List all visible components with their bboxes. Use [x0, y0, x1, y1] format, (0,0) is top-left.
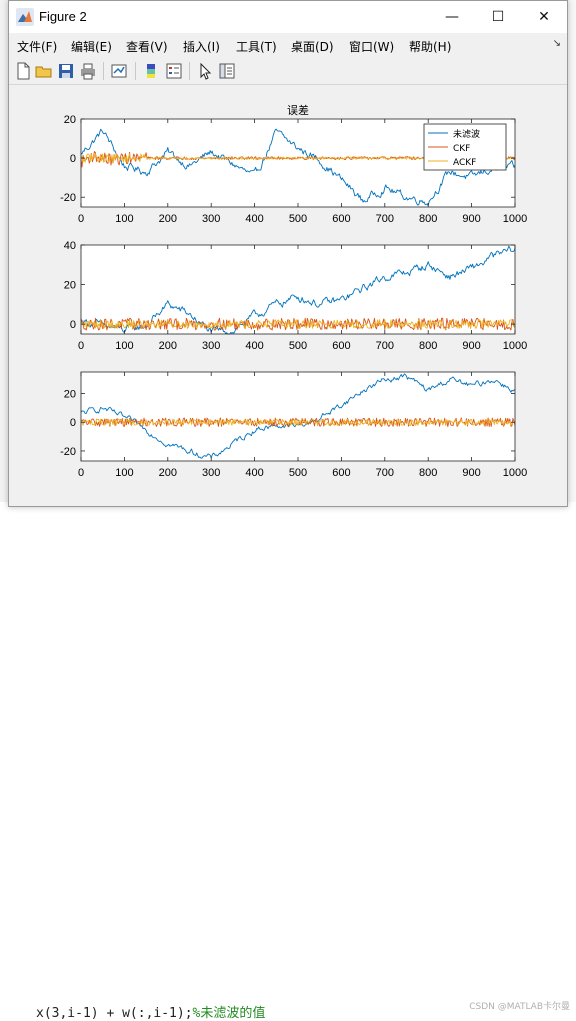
axes-1-ytick-label: -20 [60, 192, 76, 204]
axes-2-xtick-label: 600 [332, 340, 350, 352]
insert-colorbar-icon[interactable] [141, 61, 161, 81]
axes-2-xtick-label: 500 [289, 340, 307, 352]
menu-tools[interactable]: 工具(T) [236, 38, 277, 55]
background-code-comment: %未滤波的值 [192, 1006, 266, 1021]
axes-3-xtick-label: 400 [245, 467, 263, 479]
axes-3-xtick-label: 600 [332, 467, 350, 479]
legend-label-2: CKF [453, 144, 470, 154]
save-icon[interactable] [56, 61, 76, 81]
axes-3-ytick-label: 0 [70, 417, 76, 429]
axes-2-xtick-label: 800 [419, 340, 437, 352]
menu-view[interactable]: 查看(V) [126, 38, 168, 55]
menu-overflow-icon[interactable]: ↘ [553, 38, 561, 49]
open-folder-icon[interactable] [34, 61, 54, 81]
axes-3-xtick-label: 0 [78, 467, 84, 479]
toolbar-separator [189, 62, 190, 80]
axes-3-xtick-label: 500 [289, 467, 307, 479]
menu-file[interactable]: 文件(F) [17, 38, 57, 55]
menu-edit[interactable]: 编辑(E) [71, 38, 112, 55]
menu-window[interactable]: 窗口(W) [349, 38, 394, 55]
legend-label-1: 未滤波 [453, 128, 480, 140]
minimize-button[interactable]: — [429, 1, 475, 33]
axes-1-xtick-label: 800 [419, 213, 437, 225]
axes-3-xtick-label: 200 [159, 467, 177, 479]
axes-3-xtick-label: 900 [462, 467, 480, 479]
axes-3-xtick-label: 700 [376, 467, 394, 479]
axes-2-xtick-label: 100 [115, 340, 133, 352]
axes-2-xtick-label: 300 [202, 340, 220, 352]
close-icon: ✕ [538, 9, 550, 25]
figure-canvas[interactable]: 0 100 200 300 400 500 600 700 800 900 1000 -20 0 20 误差… [9, 85, 567, 506]
menu-bar: 文件(F) 编辑(E) 查看(V) 插入(I) 工具(T) 桌面(D) 窗口(W… [9, 34, 567, 56]
axes-2-xtick-label: 700 [376, 340, 394, 352]
property-inspector-icon[interactable] [217, 61, 237, 81]
axes-1-title: 误差 [287, 103, 309, 117]
axes-2-xtick-label: 900 [462, 340, 480, 352]
maximize-icon: ☐ [491, 9, 505, 25]
axes-3-ytick-label: 20 [64, 389, 76, 401]
axes-3-xtick-label: 1000 [503, 467, 527, 479]
axes-2-ytick-label: 0 [70, 319, 76, 331]
axes-1-xtick-label: 0 [78, 213, 84, 225]
axes-1-ytick-label: 0 [70, 153, 76, 165]
axes-2-xtick-label: 400 [245, 340, 263, 352]
axes-1-xtick-label: 400 [245, 213, 263, 225]
axes-2-ytick-label: 40 [64, 240, 76, 252]
minimize-icon: — [445, 9, 459, 25]
axes-1-xtick-label: 700 [376, 213, 394, 225]
toolbar-separator [103, 62, 104, 80]
new-figure-icon[interactable] [13, 61, 33, 81]
axes-1-ytick-label: 20 [64, 114, 76, 126]
legend-label-3: ACKF [453, 158, 476, 168]
link-plot-icon[interactable] [109, 61, 129, 81]
axes-2-xtick-label: 200 [159, 340, 177, 352]
axes-3-xtick-label: 300 [202, 467, 220, 479]
axes-2-ytick-label: 20 [64, 280, 76, 292]
watermark: CSDN @MATLAB卡尔曼 [469, 1002, 570, 1012]
axes-1-xtick-label: 1000 [503, 213, 527, 225]
edit-pointer-icon[interactable] [195, 61, 215, 81]
toolbar-separator [135, 62, 136, 80]
axes-3-xtick-label: 800 [419, 467, 437, 479]
print-icon[interactable] [78, 61, 98, 81]
axes-1-xtick-label: 500 [289, 213, 307, 225]
insert-legend-icon[interactable] [164, 61, 184, 81]
close-button[interactable]: ✕ [521, 1, 567, 33]
axes-3-ytick-label: -20 [60, 446, 76, 458]
axes-3-background [81, 372, 515, 461]
menu-help[interactable]: 帮助(H) [409, 38, 451, 55]
background-code-line: x(3,i-1) + w(:,i-1);%未滤波的值 [36, 1002, 265, 1021]
axes-2-xtick-label: 1000 [503, 340, 527, 352]
axes-3-xtick-label: 100 [115, 467, 133, 479]
title-bar[interactable]: Figure 2 — ☐ ✕ [9, 1, 567, 33]
toolbar [9, 58, 567, 85]
window-title: Figure 2 [39, 9, 87, 24]
maximize-button[interactable]: ☐ [475, 1, 521, 33]
axes-1-xtick-label: 900 [462, 213, 480, 225]
figure-axes-container: 0 100 200 300 400 500 600 700 800 900 1000-20020误差… [60, 103, 527, 479]
axes-1-xtick-label: 600 [332, 213, 350, 225]
menu-desktop[interactable]: 桌面(D) [291, 38, 334, 55]
axes-1-xtick-label: 100 [115, 213, 133, 225]
axes-1-xtick-label: 200 [159, 213, 177, 225]
menu-insert[interactable]: 插入(I) [183, 38, 220, 55]
background-code-text: x(3,i-1) + w(:,i-1); [36, 1006, 193, 1021]
axes-1-xtick-label: 300 [202, 213, 220, 225]
figure-window: Figure 2 — ☐ ✕ 文件(F) 编辑(E) 查看(V) 插入(I) 工… [8, 0, 568, 507]
axes-2-xtick-label: 0 [78, 340, 84, 352]
matlab-logo-icon [16, 8, 34, 26]
